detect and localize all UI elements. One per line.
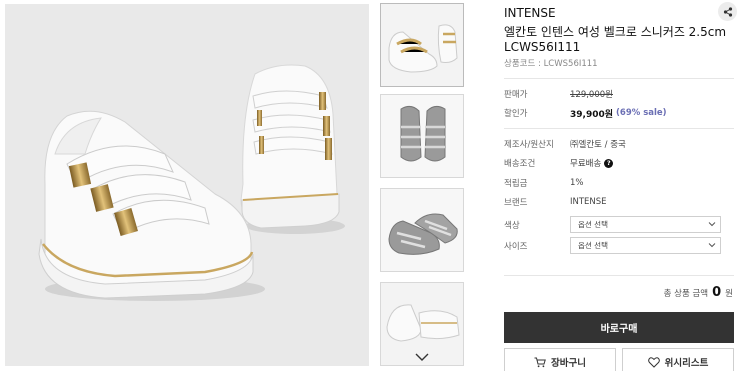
thumbnail-2[interactable] <box>380 94 464 178</box>
thumbnail-next-button[interactable] <box>379 350 465 364</box>
chevron-down-icon <box>708 222 716 227</box>
size-select[interactable]: 옵션 선택 <box>570 237 721 254</box>
detail-label: 배송조건 <box>504 159 536 169</box>
divider <box>504 128 734 129</box>
color-select[interactable]: 옵션 선택 <box>570 216 721 233</box>
detail-value: 무료배송 <box>570 159 602 169</box>
detail-label: 제조사/원산지 <box>504 140 554 150</box>
thumbnail-1[interactable] <box>380 3 464 87</box>
sale-price-row: 할인가 39,900원 (69% sale) <box>504 106 734 120</box>
product-name: 엘칸토 인텐스 여성 벨크로 스니커즈 2.5cm <box>504 25 727 39</box>
detail-row-manufacturer: 제조사/원산지 ㈜엘칸토 / 중국 <box>504 137 734 151</box>
total-amount: 0 <box>712 285 722 300</box>
thumbnail-3[interactable] <box>380 188 464 272</box>
list-price-value: 129,000원 <box>570 90 613 100</box>
buy-now-label: 바로구매 <box>600 324 638 335</box>
detail-value: 1% <box>570 178 584 188</box>
share-icon <box>723 6 732 17</box>
product-code: 상품코드 : LCWS56I111 <box>504 59 598 69</box>
detail-value: ㈜엘칸토 / 중국 <box>570 140 626 150</box>
wishlist-label: 위시리스트 <box>664 358 709 369</box>
buy-now-button[interactable]: 바로구매 <box>504 312 734 343</box>
divider <box>504 78 734 79</box>
detail-label: 적립금 <box>504 179 528 189</box>
main-product-image <box>5 4 369 366</box>
total-label: 총 상품 금액 <box>663 289 709 299</box>
detail-value: INTENSE <box>570 197 607 207</box>
heart-icon <box>647 356 660 368</box>
product-model: LCWS56I111 <box>504 40 581 54</box>
question-icon[interactable]: ? <box>604 158 614 168</box>
product-info-panel: INTENSE 엘칸토 인텐스 여성 벨크로 스니커즈 2.5cm LCWS56… <box>504 0 738 371</box>
cart-label: 장바구니 <box>551 358 586 369</box>
thumbnail-gallery <box>379 0 465 371</box>
divider <box>504 275 734 276</box>
add-to-cart-button[interactable]: 장바구니 <box>504 348 616 371</box>
option-label: 사이즈 <box>504 242 528 252</box>
chevron-down-icon <box>415 353 429 361</box>
share-button[interactable] <box>718 2 737 21</box>
total-unit: 원 <box>725 289 733 299</box>
wishlist-button[interactable]: 위시리스트 <box>622 348 734 371</box>
total-price: 총 상품 금액 0 원 <box>664 285 733 300</box>
list-price-row: 판매가 129,000원 <box>504 87 734 101</box>
detail-row-brand: 브랜드 INTENSE <box>504 195 734 209</box>
brand-name: INTENSE <box>504 6 556 20</box>
option-label: 색상 <box>504 221 520 231</box>
size-select-value: 옵션 선택 <box>578 241 608 250</box>
color-select-value: 옵션 선택 <box>578 220 608 229</box>
product-code-label: 상품코드 <box>504 59 536 69</box>
sale-price-label: 할인가 <box>504 109 528 119</box>
sale-rate: (69% sale) <box>616 108 667 118</box>
detail-label: 브랜드 <box>504 198 528 208</box>
detail-row-shipping: 배송조건 무료배송 ? <box>504 156 734 170</box>
detail-row-points: 적립금 1% <box>504 176 734 190</box>
product-code-value: LCWS56I111 <box>543 59 598 69</box>
sale-price-value: 39,900원 <box>570 109 614 120</box>
cart-icon <box>534 357 546 367</box>
list-price-label: 판매가 <box>504 90 528 100</box>
chevron-down-icon <box>708 243 716 248</box>
